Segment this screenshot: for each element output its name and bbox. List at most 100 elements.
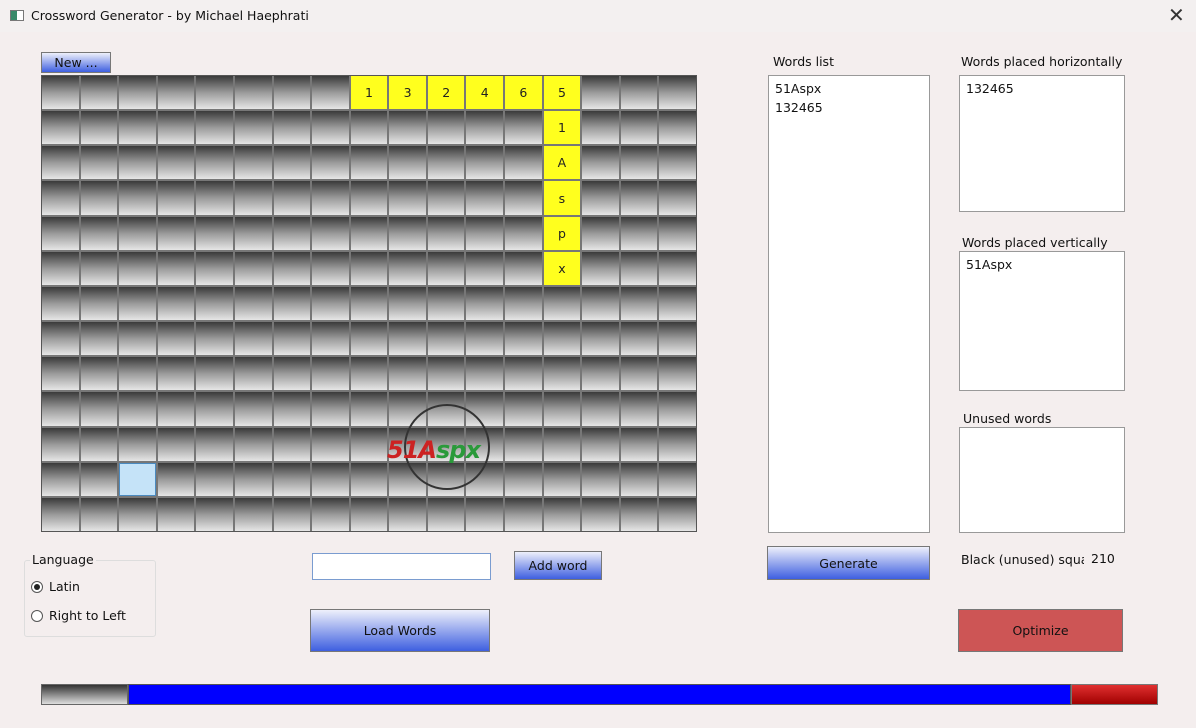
grid-cell[interactable] xyxy=(273,111,311,145)
grid-cell[interactable] xyxy=(505,286,542,321)
grid-cell[interactable] xyxy=(157,322,195,356)
grid-cell[interactable] xyxy=(350,497,388,531)
grid-cell[interactable] xyxy=(505,146,542,180)
grid-cell[interactable] xyxy=(80,322,118,356)
grid-cell[interactable] xyxy=(466,427,504,461)
grid-cell[interactable] xyxy=(273,251,311,285)
grid-cell[interactable] xyxy=(466,146,504,180)
grid-cell[interactable] xyxy=(505,427,542,461)
grid-cell[interactable] xyxy=(659,146,696,180)
optimize-button[interactable]: Optimize xyxy=(958,609,1123,652)
grid-cell[interactable] xyxy=(466,111,504,145)
grid-cell[interactable] xyxy=(620,462,658,496)
grid-cell[interactable] xyxy=(505,322,542,356)
grid-cell[interactable] xyxy=(350,251,388,285)
grid-cell[interactable] xyxy=(350,286,388,321)
grid-cell[interactable] xyxy=(157,146,195,180)
grid-cell[interactable] xyxy=(620,146,658,180)
grid-cell[interactable] xyxy=(80,462,118,496)
add-word-button[interactable]: Add word xyxy=(514,551,602,580)
grid-cell[interactable] xyxy=(312,357,349,391)
grid-cell[interactable] xyxy=(119,286,156,321)
grid-cell[interactable] xyxy=(427,357,465,391)
grid-cell[interactable] xyxy=(312,76,349,110)
grid-cell[interactable] xyxy=(543,286,581,321)
grid-cell[interactable] xyxy=(157,286,195,321)
letter-cell[interactable]: 6 xyxy=(505,76,542,110)
grid-cell[interactable] xyxy=(312,181,349,215)
grid-cell[interactable] xyxy=(389,322,426,356)
letter-cell[interactable]: 4 xyxy=(466,76,504,110)
grid-cell[interactable] xyxy=(119,76,156,110)
grid-cell[interactable] xyxy=(505,181,542,215)
letter-cell[interactable]: 1 xyxy=(543,111,581,145)
grid-cell[interactable] xyxy=(119,146,156,180)
grid-cell[interactable] xyxy=(42,251,79,285)
grid-cell[interactable] xyxy=(80,286,118,321)
grid-cell[interactable] xyxy=(389,357,426,391)
grid-cell[interactable] xyxy=(659,322,696,356)
grid-cell[interactable] xyxy=(582,216,619,250)
grid-cell[interactable] xyxy=(582,322,619,356)
grid-cell[interactable] xyxy=(119,497,156,531)
grid-cell[interactable] xyxy=(196,76,233,110)
grid-cell[interactable] xyxy=(582,181,619,215)
grid-cell[interactable] xyxy=(620,427,658,461)
grid-cell[interactable] xyxy=(312,322,349,356)
grid-cell[interactable] xyxy=(505,462,542,496)
grid-cell[interactable] xyxy=(427,251,465,285)
grid-cell[interactable] xyxy=(466,357,504,391)
grid-cell[interactable] xyxy=(389,111,426,145)
grid-cell[interactable] xyxy=(466,462,504,496)
grid-cell[interactable] xyxy=(659,497,696,531)
grid-cell[interactable] xyxy=(273,497,311,531)
list-item[interactable]: 51Aspx xyxy=(775,79,923,98)
grid-cell[interactable] xyxy=(42,462,79,496)
list-item[interactable]: 132465 xyxy=(966,79,1118,98)
grid-cell[interactable] xyxy=(620,76,658,110)
grid-cell[interactable] xyxy=(389,286,426,321)
grid-cell[interactable] xyxy=(350,392,388,426)
grid-cell[interactable] xyxy=(659,462,696,496)
grid-cell[interactable] xyxy=(42,111,79,145)
grid-cell[interactable] xyxy=(620,181,658,215)
grid-cell[interactable] xyxy=(389,497,426,531)
grid-cell[interactable] xyxy=(389,181,426,215)
grid-cell[interactable] xyxy=(466,251,504,285)
grid-cell[interactable] xyxy=(389,392,426,426)
grid-cell[interactable] xyxy=(582,251,619,285)
grid-cell[interactable] xyxy=(582,497,619,531)
grid-cell[interactable] xyxy=(42,322,79,356)
grid-cell[interactable] xyxy=(427,286,465,321)
grid-cell[interactable] xyxy=(196,322,233,356)
grid-cell[interactable] xyxy=(659,181,696,215)
grid-cell[interactable] xyxy=(312,111,349,145)
grid-cell[interactable] xyxy=(80,497,118,531)
horizontal-list[interactable]: 132465 xyxy=(959,75,1125,212)
radio-right-to-left[interactable]: Right to Left xyxy=(31,608,126,623)
grid-cell[interactable] xyxy=(273,216,311,250)
grid-cell[interactable] xyxy=(196,427,233,461)
grid-cell[interactable] xyxy=(196,111,233,145)
grid-cell[interactable] xyxy=(659,286,696,321)
grid-cell[interactable] xyxy=(466,216,504,250)
grid-cell[interactable] xyxy=(42,497,79,531)
grid-cell[interactable] xyxy=(427,427,465,461)
grid-cell[interactable] xyxy=(157,181,195,215)
grid-cell[interactable] xyxy=(80,427,118,461)
grid-cell[interactable] xyxy=(157,251,195,285)
crossword-grid[interactable]: 1324651Aspx xyxy=(41,75,697,532)
grid-cell[interactable] xyxy=(234,111,272,145)
grid-cell[interactable] xyxy=(543,392,581,426)
grid-cell[interactable] xyxy=(427,111,465,145)
radio-checked-icon[interactable] xyxy=(31,580,43,593)
grid-cell[interactable] xyxy=(234,392,272,426)
grid-cell[interactable] xyxy=(389,427,426,461)
grid-cell[interactable] xyxy=(42,146,79,180)
grid-cell[interactable] xyxy=(42,427,79,461)
grid-cell[interactable] xyxy=(119,216,156,250)
grid-cell[interactable] xyxy=(350,322,388,356)
grid-cell[interactable] xyxy=(80,181,118,215)
grid-cell[interactable] xyxy=(659,357,696,391)
grid-cell[interactable] xyxy=(196,497,233,531)
